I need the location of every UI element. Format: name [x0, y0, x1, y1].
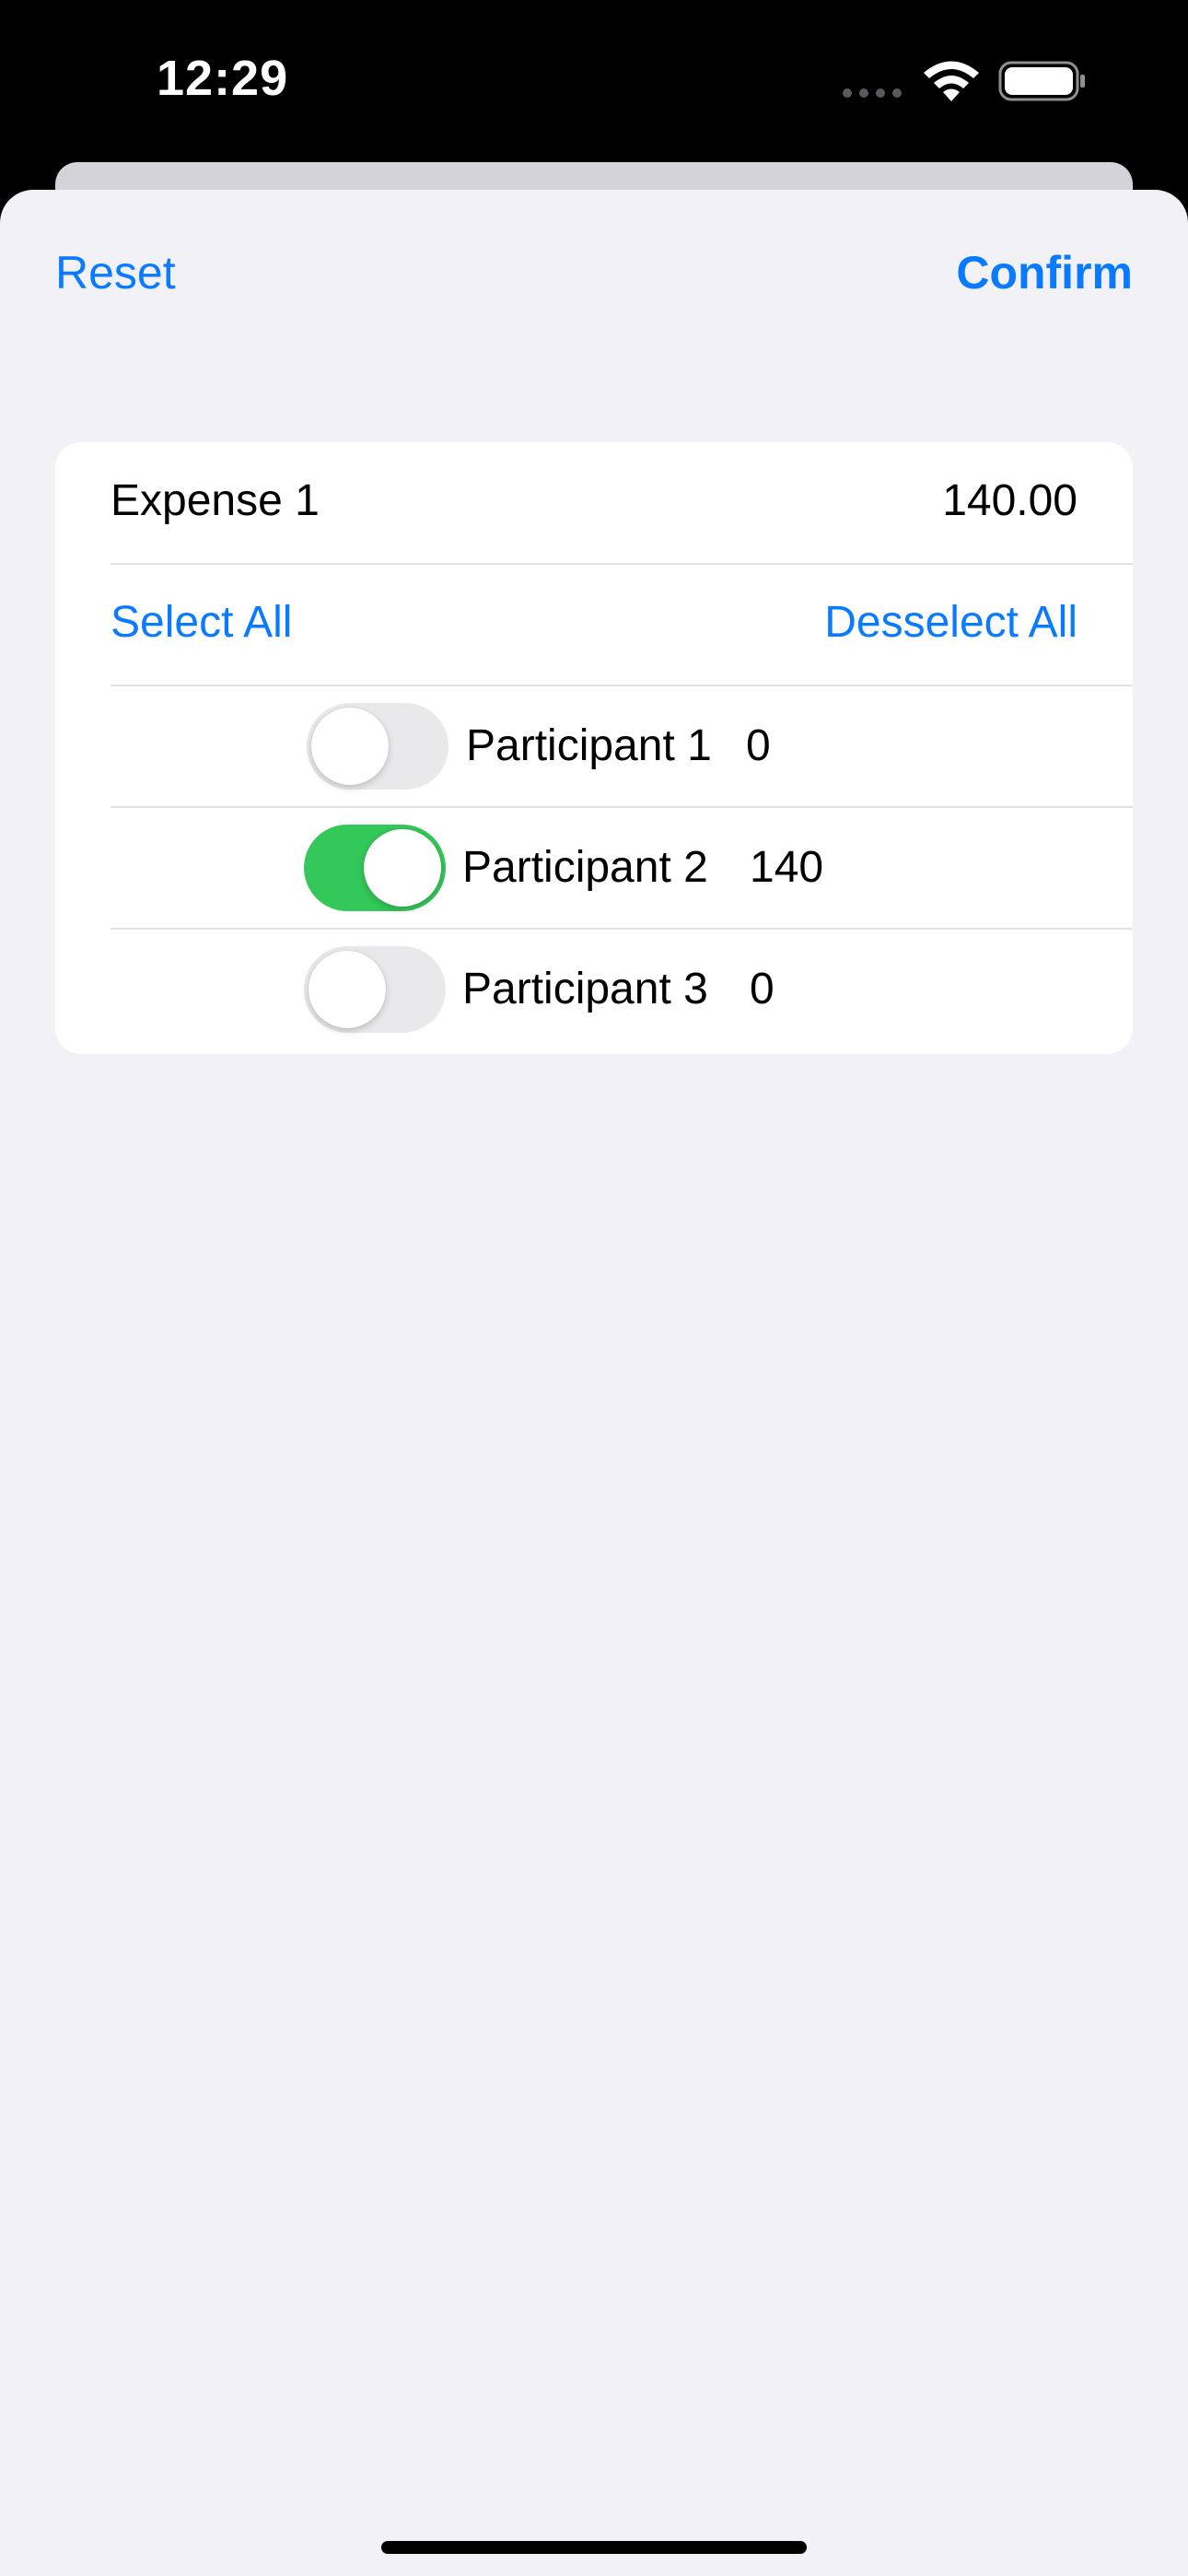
- participant-amount: 0: [746, 721, 771, 770]
- confirm-button[interactable]: Confirm: [956, 245, 1133, 300]
- modal-sheet: Reset Confirm Expense 1 140.00 Select Al…: [0, 190, 1188, 2576]
- reset-button[interactable]: Reset: [55, 245, 176, 300]
- expense-card: Expense 1 140.00 Select All Desselect Al…: [55, 442, 1133, 1054]
- status-time: 12:29: [157, 51, 289, 106]
- cellular-signal-icon: [843, 88, 902, 98]
- toggle-knob: [309, 951, 386, 1028]
- participant-name: Participant 3: [462, 965, 708, 1013]
- status-bar: 12:29: [0, 0, 1188, 164]
- expense-row: Expense 1 140.00: [55, 442, 1133, 564]
- deselect-all-button[interactable]: Desselect All: [824, 595, 1077, 650]
- select-all-button[interactable]: Select All: [111, 595, 292, 650]
- participant-row: Participant 1 0: [55, 685, 1133, 807]
- participant-3-toggle[interactable]: [304, 946, 446, 1033]
- participant-2-toggle[interactable]: [304, 825, 446, 911]
- participant-1-toggle[interactable]: [307, 703, 448, 790]
- participant-row: Participant 2 140: [55, 807, 1133, 929]
- wifi-icon: [924, 61, 979, 101]
- home-indicator[interactable]: [381, 2541, 807, 2554]
- battery-icon: [998, 61, 1085, 101]
- participant-amount: 140: [750, 843, 824, 892]
- participant-row: Participant 3 0: [55, 929, 1133, 1050]
- participant-amount: 0: [750, 965, 775, 1013]
- toggle-knob: [364, 829, 441, 907]
- toggle-knob: [311, 708, 389, 785]
- participant-name: Participant 1: [466, 721, 712, 770]
- expense-amount: 140.00: [942, 476, 1077, 525]
- selection-row: Select All Desselect All: [55, 564, 1133, 685]
- expense-name: Expense 1: [111, 476, 320, 525]
- participant-name: Participant 2: [462, 843, 708, 892]
